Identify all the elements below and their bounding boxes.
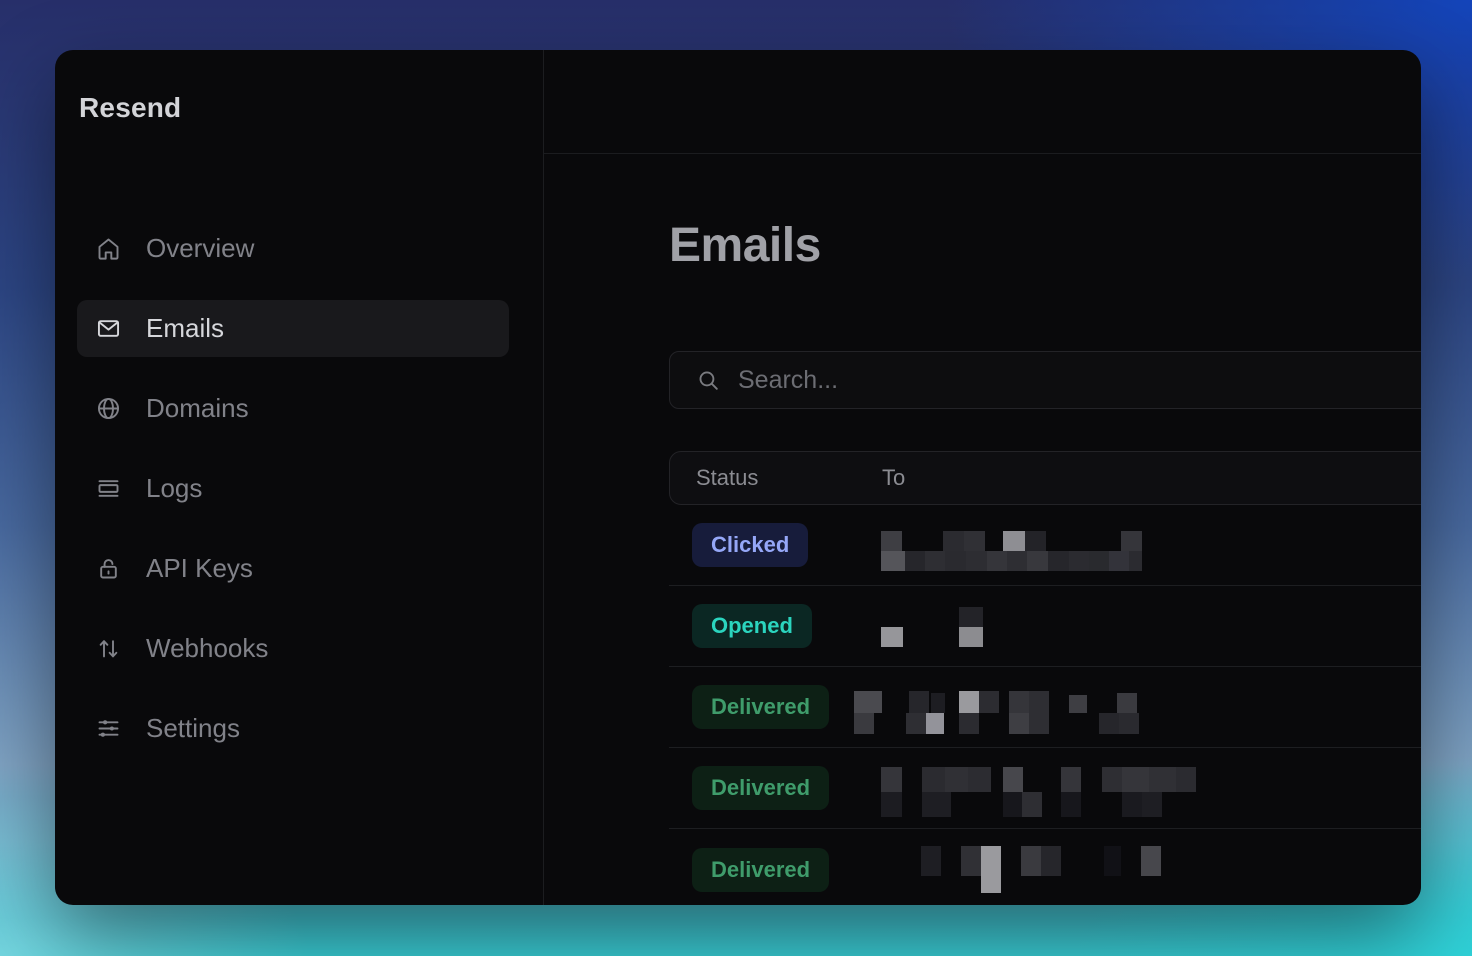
logs-icon <box>95 475 122 502</box>
mail-icon <box>95 315 122 342</box>
column-header-to: To <box>882 465 905 491</box>
sidebar-item-label: Logs <box>146 473 202 504</box>
sidebar-item-webhooks[interactable]: Webhooks <box>77 620 509 677</box>
sidebar-item-label: Webhooks <box>146 633 268 664</box>
main-header-bar <box>544 50 1421 154</box>
sidebar-item-overview[interactable]: Overview <box>77 220 509 277</box>
sidebar-item-label: Settings <box>146 713 240 744</box>
sidebar-item-settings[interactable]: Settings <box>77 700 509 757</box>
redacted-recipient <box>669 748 1421 828</box>
search-input[interactable] <box>738 366 1421 395</box>
redacted-recipient <box>669 829 1421 905</box>
email-table-body: ClickedOpenedDeliveredDeliveredDelivered <box>669 505 1421 905</box>
redacted-recipient <box>669 586 1421 666</box>
app-window: Resend Overview Emails Domains Logs API Keys… <box>55 50 1421 905</box>
home-icon <box>95 235 122 262</box>
table-row[interactable]: Clicked <box>669 505 1421 586</box>
main-area: Emails Status To ClickedOpenedDeliveredD… <box>544 50 1421 905</box>
table-header: Status To <box>669 451 1421 505</box>
column-header-status: Status <box>670 465 882 491</box>
sidebar-item-emails[interactable]: Emails <box>77 300 509 357</box>
redacted-recipient <box>669 667 1421 747</box>
sidebar-item-label: API Keys <box>146 553 253 584</box>
lock-icon <box>95 555 122 582</box>
sliders-icon <box>95 715 122 742</box>
globe-icon <box>95 395 122 422</box>
table-row[interactable]: Delivered <box>669 667 1421 748</box>
sidebar-item-domains[interactable]: Domains <box>77 380 509 437</box>
search-icon <box>696 368 721 393</box>
sidebar-nav: Overview Emails Domains Logs API Keys Webhook… <box>77 220 509 780</box>
page-title: Emails <box>669 218 1421 273</box>
arrows-up-down-icon <box>95 635 122 662</box>
redacted-recipient <box>669 505 1421 585</box>
resend-logo: Resend <box>77 92 509 124</box>
search-box[interactable] <box>669 351 1421 409</box>
sidebar-item-logs[interactable]: Logs <box>77 460 509 517</box>
main-content: Emails Status To ClickedOpenedDeliveredD… <box>544 218 1421 905</box>
sidebar: Resend Overview Emails Domains Logs API Keys… <box>55 50 544 905</box>
table-row[interactable]: Delivered <box>669 829 1421 905</box>
sidebar-item-api-keys[interactable]: API Keys <box>77 540 509 597</box>
sidebar-item-label: Emails <box>146 313 224 344</box>
table-row[interactable]: Opened <box>669 586 1421 667</box>
table-row[interactable]: Delivered <box>669 748 1421 829</box>
sidebar-item-label: Domains <box>146 393 249 424</box>
sidebar-item-label: Overview <box>146 233 254 264</box>
